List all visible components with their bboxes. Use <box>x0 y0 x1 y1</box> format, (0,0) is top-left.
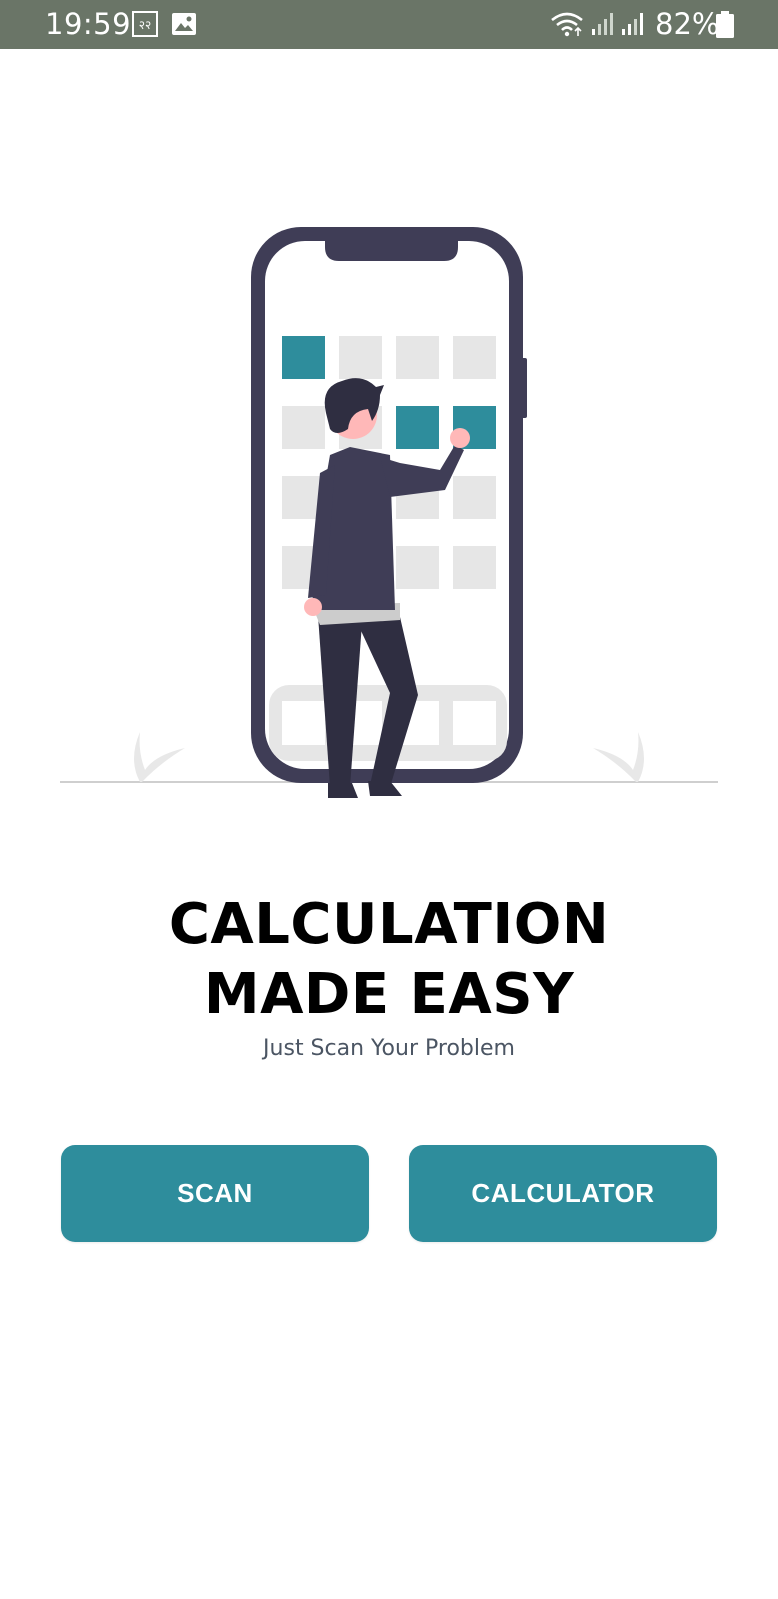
scan-button[interactable]: SCAN <box>61 1145 369 1242</box>
rr-icon: २२ <box>132 11 158 37</box>
headline: CALCULATION MADE EASY <box>0 890 778 1030</box>
signal-icon <box>592 13 613 35</box>
headline-line-1: CALCULATION <box>168 892 610 957</box>
scan-button-label: SCAN <box>177 1178 253 1208</box>
right-leaf <box>593 732 644 782</box>
status-time: 19:59 <box>45 7 132 41</box>
svg-text:२२: २२ <box>139 18 151 32</box>
left-leaf <box>134 732 185 782</box>
headline-line-2: MADE EASY <box>203 962 575 1027</box>
wifi-icon <box>551 12 583 37</box>
subtitle: Just Scan Your Problem <box>263 1036 515 1061</box>
calculator-button[interactable]: CALCULATOR <box>409 1145 717 1242</box>
person-pressing-phone-keypad-illustration <box>60 227 718 798</box>
battery-icon <box>716 11 734 38</box>
status-bar: 19:59 २२ 82% <box>0 0 778 49</box>
image-icon <box>172 13 196 35</box>
signal-icon <box>622 13 643 35</box>
home-screen: 19:59 २२ 82% CALCULATION MADE EASY Just … <box>0 0 778 1599</box>
calculator-button-label: CALCULATOR <box>471 1178 655 1208</box>
battery-percent: 82% <box>655 7 720 41</box>
